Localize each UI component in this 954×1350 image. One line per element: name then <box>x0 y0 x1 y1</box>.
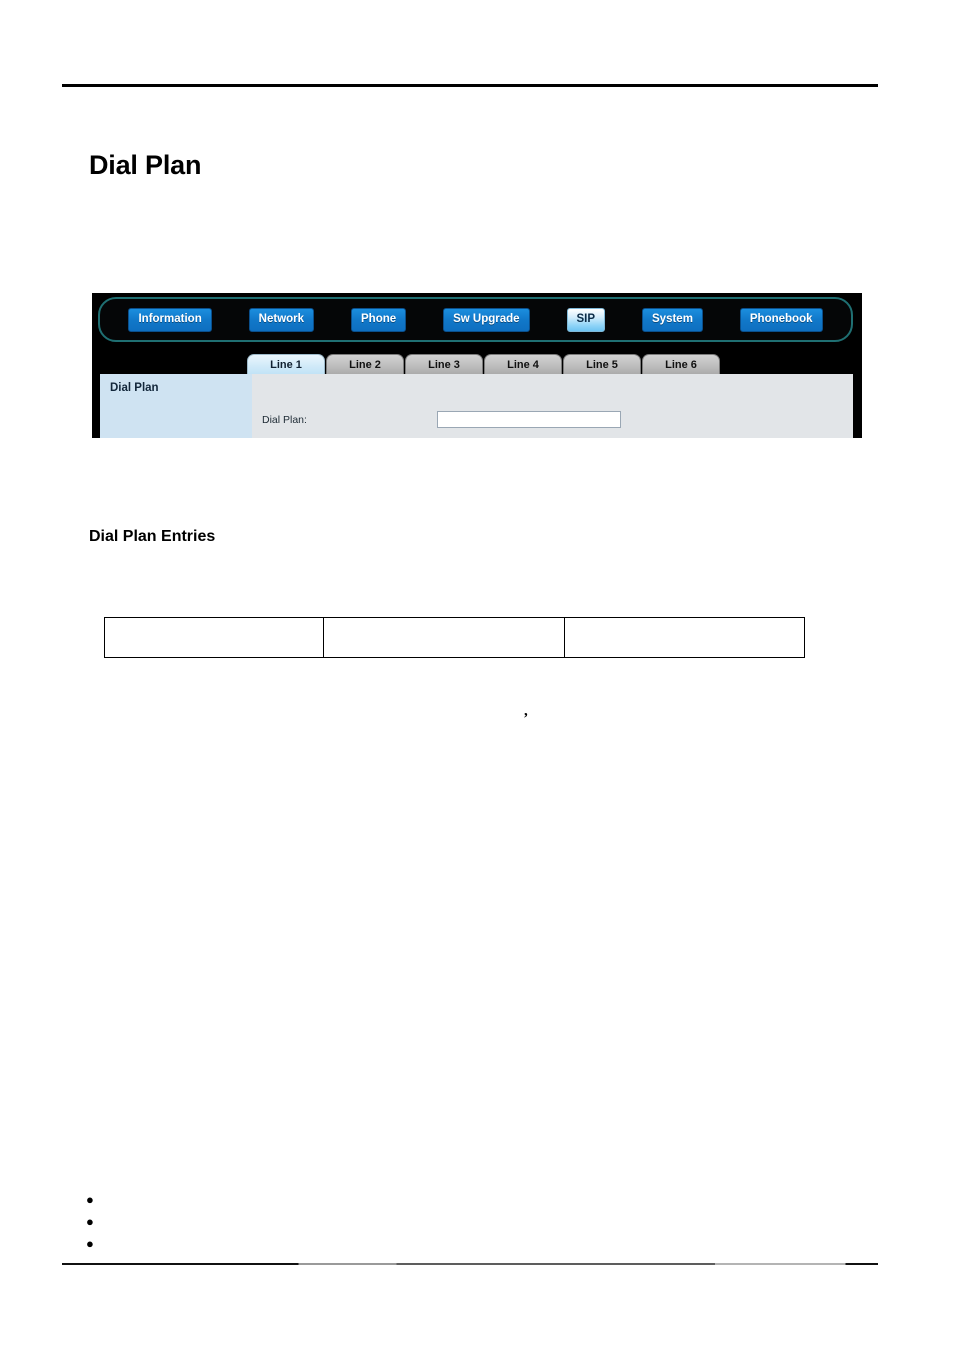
page-title: Dial Plan <box>89 150 202 180</box>
panel-sidebar-title: Dial Plan <box>110 382 159 394</box>
nav-button-sw-upgrade[interactable]: Sw Upgrade <box>443 307 530 332</box>
section-heading-dial-plan-entries: Dial Plan Entries <box>89 528 216 545</box>
nav-button-information[interactable]: Information <box>128 307 212 332</box>
table-cell-column-3 <box>564 617 805 658</box>
device-navbar: Information Network Phone Sw Upgrade SIP… <box>98 297 853 342</box>
stray-comma-glyph: , <box>524 703 528 719</box>
panel-sidebar: Dial Plan <box>100 374 252 438</box>
dial-plan-label: Dial Plan: <box>262 413 307 426</box>
tab-line-2[interactable]: Line 2 <box>326 354 404 375</box>
table-row <box>104 617 805 658</box>
nav-button-system[interactable]: System <box>642 307 703 332</box>
tab-line-1[interactable]: Line 1 <box>247 354 325 375</box>
nav-button-phonebook[interactable]: Phonebook <box>739 307 823 332</box>
panel-body: Dial Plan: <box>252 374 853 438</box>
line-tab-strip: Line 1 Line 2 Line 3 Line 4 Line 5 Line … <box>247 353 721 375</box>
dial-plan-panel: Dial Plan Dial Plan: <box>100 374 853 438</box>
nav-button-network[interactable]: Network <box>248 307 315 332</box>
list-item <box>86 1232 106 1254</box>
table-cell-column-1 <box>104 617 324 658</box>
dial-plan-entries-table <box>104 617 805 658</box>
tab-line-4[interactable]: Line 4 <box>484 354 562 375</box>
tab-line-6[interactable]: Line 6 <box>642 354 720 375</box>
device-web-ui-screenshot: Information Network Phone Sw Upgrade SIP… <box>92 293 862 438</box>
nav-button-phone[interactable]: Phone <box>351 307 407 332</box>
list-item <box>86 1188 106 1210</box>
dial-plan-input[interactable] <box>437 411 621 428</box>
list-item <box>86 1210 106 1232</box>
tab-line-5[interactable]: Line 5 <box>563 354 641 375</box>
tab-line-3[interactable]: Line 3 <box>405 354 483 375</box>
table-cell-column-2 <box>323 617 565 658</box>
nav-button-sip[interactable]: SIP <box>566 307 606 332</box>
bullet-list <box>86 1188 106 1254</box>
page-footer-rule <box>62 1263 878 1265</box>
dial-plan-field-row: Dial Plan: <box>262 411 862 428</box>
device-navbar-inner: Information Network Phone Sw Upgrade SIP… <box>100 299 851 340</box>
page-header-rule <box>62 84 878 87</box>
